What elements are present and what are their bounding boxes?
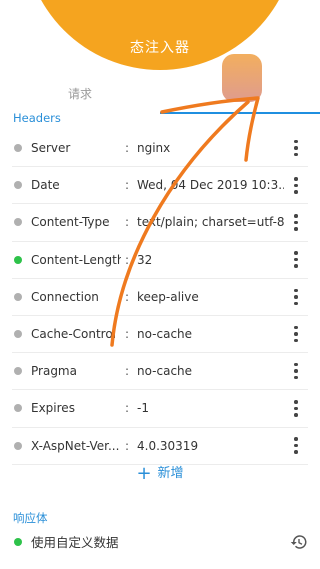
header-row-pragma[interactable]: Pragma : no-cache [12, 353, 308, 391]
header-row-connection[interactable]: Connection : keep-alive [12, 279, 308, 316]
body-section-label: 响应体 [13, 511, 48, 525]
header-value: -1 [137, 401, 149, 416]
status-dot [14, 144, 22, 153]
plus-icon: + [136, 463, 152, 484]
header-value: keep-alive [137, 289, 199, 304]
top-header: 态注入器 [0, 0, 320, 100]
headers-list: Server : nginx Date : Wed, 04 Dec 2019 1… [12, 130, 308, 465]
header-name: Cache-Control [31, 327, 117, 342]
header-name: Connection [31, 289, 99, 304]
separator: : [124, 215, 130, 230]
header-name: Date [31, 178, 60, 193]
history-icon[interactable] [290, 533, 308, 551]
tab-request[interactable]: 请求 [68, 85, 92, 102]
separator: : [124, 327, 130, 342]
status-dot [14, 537, 22, 546]
header-name: Pragma [31, 364, 77, 379]
status-dot [14, 255, 22, 264]
headers-section-label: Headers [13, 111, 61, 125]
header-row-expires[interactable]: Expires : -1 [12, 390, 308, 428]
add-header-label: 新增 [157, 466, 184, 481]
page-title: 态注入器 [130, 40, 190, 56]
more-options-icon[interactable] [284, 400, 308, 417]
status-dot [14, 292, 22, 301]
separator: : [124, 252, 130, 267]
custom-body-option[interactable]: 使用自定义数据 [12, 532, 308, 551]
header-row-x-aspnet-version[interactable]: X-AspNet-Ver... : 4.0.30319 [12, 428, 308, 465]
more-options-icon[interactable] [284, 325, 308, 343]
separator: : [124, 289, 130, 304]
separator: : [124, 141, 130, 156]
more-options-icon[interactable] [284, 251, 308, 268]
header-name: Content-Type [31, 215, 110, 230]
custom-body-label: 使用自定义数据 [31, 535, 119, 550]
tab-indicator [160, 112, 320, 114]
header-value: text/plain; charset=utf-8 [137, 215, 284, 230]
status-dot [14, 330, 22, 339]
header-row-server[interactable]: Server : nginx [12, 130, 308, 168]
header-name: Expires [31, 401, 75, 416]
status-dot [14, 367, 22, 376]
status-dot [14, 181, 22, 190]
more-options-icon[interactable] [284, 214, 308, 231]
separator: : [124, 438, 130, 453]
status-dot [14, 441, 22, 450]
more-options-icon[interactable] [284, 362, 308, 380]
header-value: nginx [137, 141, 171, 156]
more-options-icon[interactable] [284, 437, 308, 454]
header-value: no-cache [137, 327, 193, 342]
status-dot [14, 218, 22, 227]
header-value: 4.0.30319 [137, 438, 199, 453]
header-value: 32 [137, 252, 153, 267]
header-value: no-cache [137, 364, 193, 379]
more-options-icon[interactable] [284, 177, 308, 194]
add-header-button[interactable]: + 新增 [0, 462, 320, 484]
separator: : [124, 364, 130, 379]
header-row-content-type[interactable]: Content-Type : text/plain; charset=utf-8 [12, 204, 308, 242]
status-dot [14, 404, 22, 413]
header-row-date[interactable]: Date : Wed, 04 Dec 2019 10:3... [12, 167, 308, 205]
header-value: Wed, 04 Dec 2019 10:3... [137, 178, 284, 193]
header-name: X-AspNet-Ver... [31, 438, 120, 453]
more-options-icon[interactable] [284, 139, 308, 157]
header-name: Content-Length [31, 252, 121, 267]
header-row-content-length[interactable]: Content-Length : 32 [12, 242, 308, 279]
header-name: Server [31, 141, 71, 156]
more-options-icon[interactable] [284, 288, 308, 306]
overlay-smear [222, 54, 262, 102]
separator: : [124, 401, 130, 416]
header-row-cache-control[interactable]: Cache-Control : no-cache [12, 316, 308, 354]
separator: : [124, 178, 130, 193]
